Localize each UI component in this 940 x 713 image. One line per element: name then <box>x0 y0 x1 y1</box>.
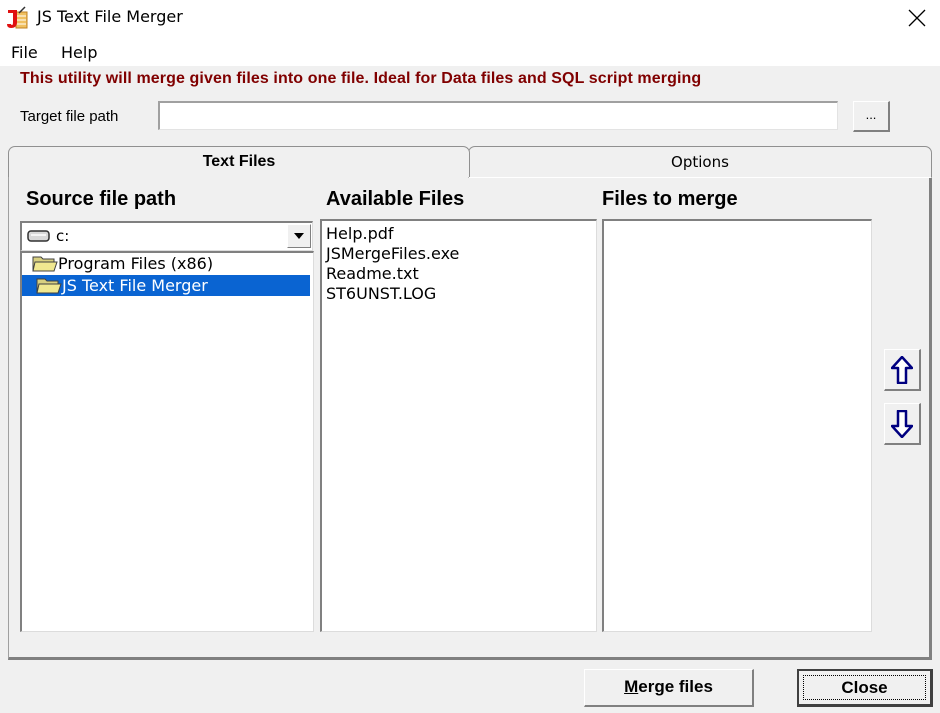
merge-heading: Files to merge <box>602 188 738 210</box>
folder-open-icon <box>32 256 58 272</box>
app-icon <box>5 6 29 30</box>
drive-select[interactable]: c: <box>20 221 313 251</box>
folder-item-selected[interactable]: JS Text File Merger <box>22 275 310 296</box>
title-bar: JS Text File Merger <box>0 0 940 36</box>
target-path-label: Target file path <box>20 108 119 125</box>
tab-options[interactable]: Options <box>468 146 932 178</box>
chevron-down-icon <box>294 233 304 239</box>
folder-label: JS Text File Merger <box>62 276 208 295</box>
menu-help[interactable]: Help <box>61 43 97 62</box>
file-item[interactable]: Readme.txt <box>322 264 596 284</box>
move-down-button[interactable] <box>884 403 921 445</box>
folder-label: Program Files (x86) <box>58 254 214 273</box>
merge-accel-key: M <box>624 677 639 696</box>
description-banner: This utility will merge given files into… <box>20 70 702 87</box>
menu-file[interactable]: File <box>11 43 38 62</box>
window-title: JS Text File Merger <box>37 7 183 26</box>
browse-button[interactable]: ... <box>853 101 890 132</box>
source-heading: Source file path <box>26 188 177 210</box>
files-to-merge-list[interactable] <box>602 219 872 632</box>
drive-value: c: <box>56 227 70 245</box>
target-path-input[interactable] <box>158 101 838 130</box>
merge-files-button[interactable]: Merge files <box>584 669 754 707</box>
file-item[interactable]: Help.pdf <box>322 224 596 244</box>
merge-label: erge files <box>638 677 713 696</box>
file-item[interactable]: JSMergeFiles.exe <box>322 244 596 264</box>
available-files-list[interactable]: Help.pdf JSMergeFiles.exe Readme.txt ST6… <box>320 219 597 632</box>
tab-text-files[interactable]: Text Files <box>8 146 470 177</box>
file-item[interactable]: ST6UNST.LOG <box>322 284 596 304</box>
folder-list[interactable]: Program Files (x86) JS Text File Merger <box>20 251 314 632</box>
available-heading: Available Files <box>326 188 465 210</box>
close-icon[interactable] <box>900 2 934 34</box>
arrow-down-icon <box>891 409 913 438</box>
drive-icon <box>27 229 51 248</box>
close-label: Close <box>841 678 888 697</box>
move-up-button[interactable] <box>884 349 921 391</box>
folder-item[interactable]: Program Files (x86) <box>32 253 213 274</box>
menu-bar: File Help <box>0 36 940 66</box>
drive-dropdown-button[interactable] <box>287 224 311 248</box>
folder-open-icon <box>36 278 62 294</box>
arrow-up-icon <box>891 355 913 384</box>
close-button[interactable]: Close <box>797 669 933 707</box>
